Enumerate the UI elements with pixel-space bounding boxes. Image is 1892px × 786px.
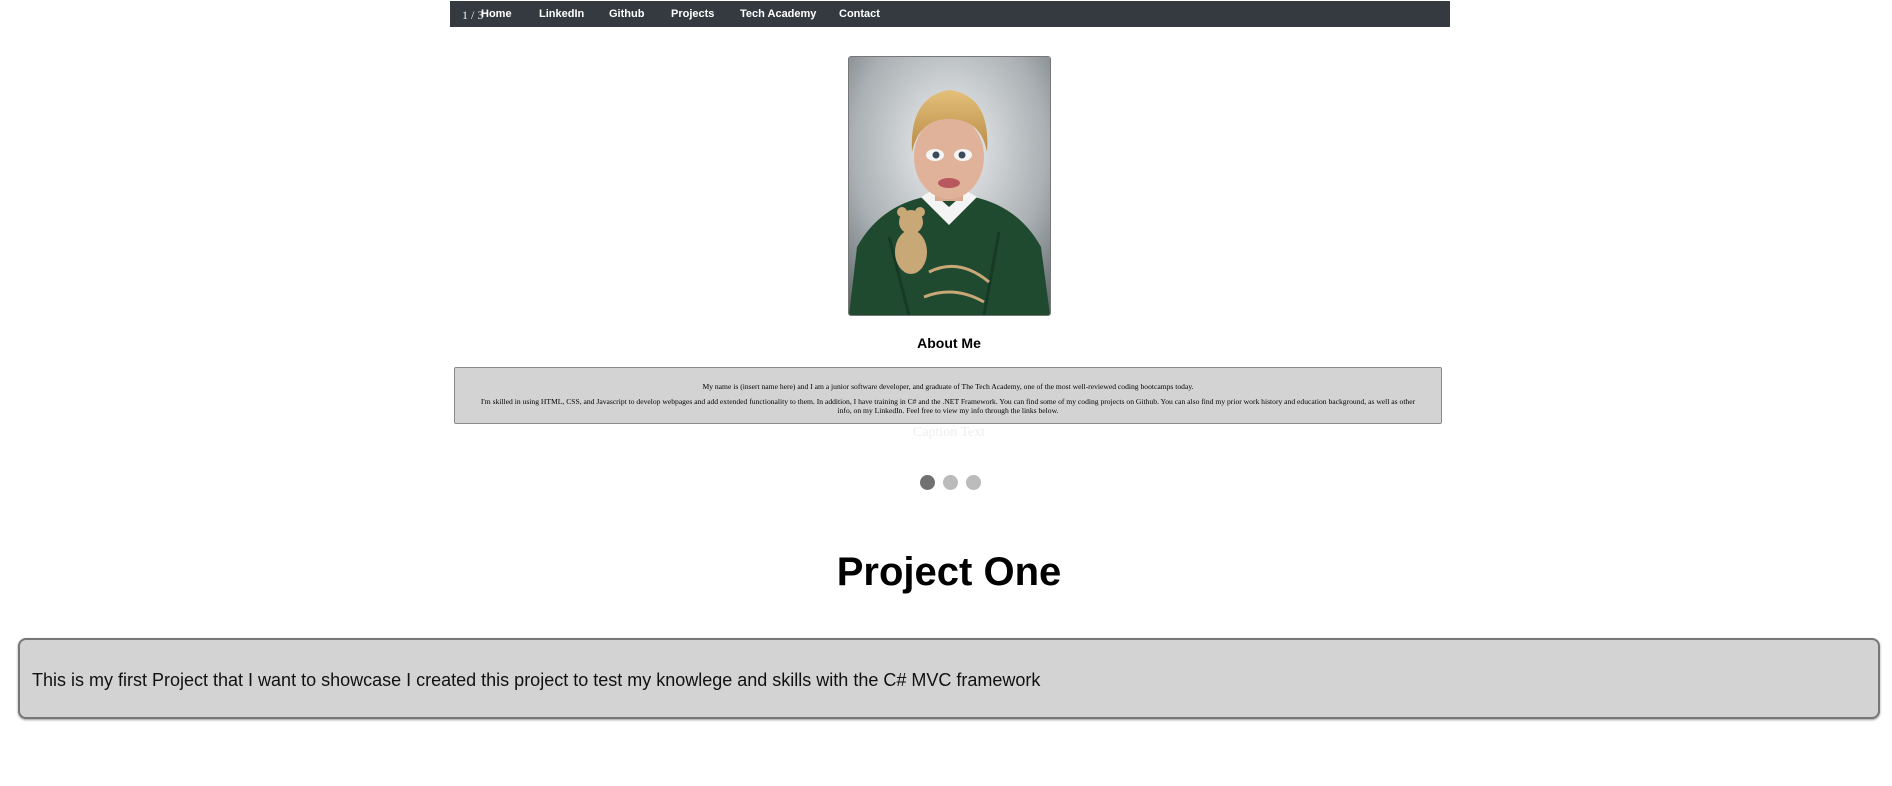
nav-github-link[interactable]: Github — [609, 8, 644, 20]
profile-photo — [848, 56, 1051, 316]
project-description-box: This is my first Project that I want to … — [18, 638, 1880, 719]
slide-caption: Caption Text — [912, 425, 986, 440]
project-title: Project One — [836, 550, 1062, 594]
about-me-text-box: My name is (insert name here) and I am a… — [454, 367, 1442, 424]
project-description-text: This is my first Project that I want to … — [32, 670, 1041, 690]
about-me-skills-text: I'm skilled in using HTML, CSS, and Java… — [480, 397, 1416, 415]
nav-tech-academy-link[interactable]: Tech Academy — [740, 8, 816, 20]
slide-dot-3[interactable] — [966, 475, 981, 490]
profile-photo-image — [849, 57, 1050, 315]
nav-projects-link[interactable]: Projects — [671, 8, 714, 20]
about-me-heading: About Me — [917, 335, 981, 351]
nav-linkedin-link[interactable]: LinkedIn — [539, 8, 584, 20]
nav-contact-link[interactable]: Contact — [839, 8, 880, 20]
slide-dot-2[interactable] — [943, 475, 958, 490]
slide-dot-1[interactable] — [920, 475, 935, 490]
about-me-intro-text: My name is (insert name here) and I am a… — [702, 382, 1194, 391]
nav-home-link[interactable]: Home — [481, 8, 512, 20]
top-navbar: 1 / 3 Home LinkedIn Github Projects Tech… — [450, 1, 1450, 27]
